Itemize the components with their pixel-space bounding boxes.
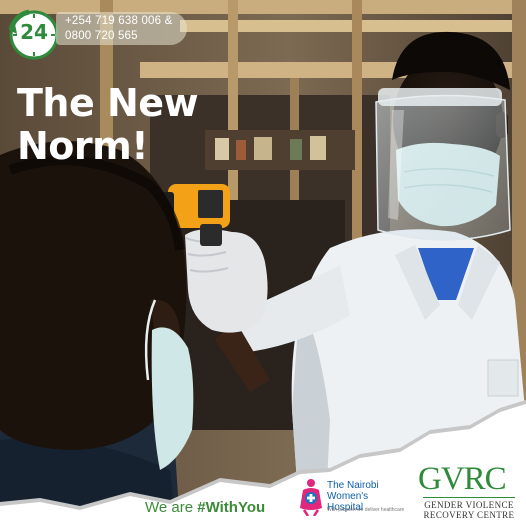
promo-poster: 24 +254 719 638 006 & 0800 720 565 The N… [0, 0, 526, 526]
nwh-slogan: With passion we deliver healthcare [327, 507, 405, 513]
gvrc-line-1: GENDER VIOLENCE [424, 500, 514, 510]
face-shield-band [378, 88, 502, 106]
photo-scene [0, 0, 526, 526]
shelf-item [310, 136, 326, 160]
coat-pocket [487, 359, 519, 397]
badge-number: 24 [20, 20, 48, 44]
thermometer-grip [200, 224, 222, 246]
headline-line-1: The New [17, 81, 199, 125]
shelf-item [290, 139, 302, 160]
gvrc-rule [423, 497, 515, 498]
tagline-prefix: We are [145, 499, 198, 516]
phone-number-secondary: 0800 720 565 [65, 30, 138, 42]
tagline: We are #WithYou [145, 499, 265, 516]
hashtag: #WithYou [197, 499, 266, 516]
gloved-hand [185, 229, 268, 333]
gvrc-line-2: RECOVERY CENTRE [423, 510, 515, 520]
woman-hospital-logo-icon [300, 479, 322, 516]
gvrc-logo-mark: GVRC [418, 461, 507, 497]
phone-number-primary: +254 719 638 006 & [65, 15, 173, 27]
headline: The New Norm! [17, 82, 257, 168]
thermometer-screen [198, 190, 223, 218]
headline-line-2: Norm! [17, 124, 149, 168]
